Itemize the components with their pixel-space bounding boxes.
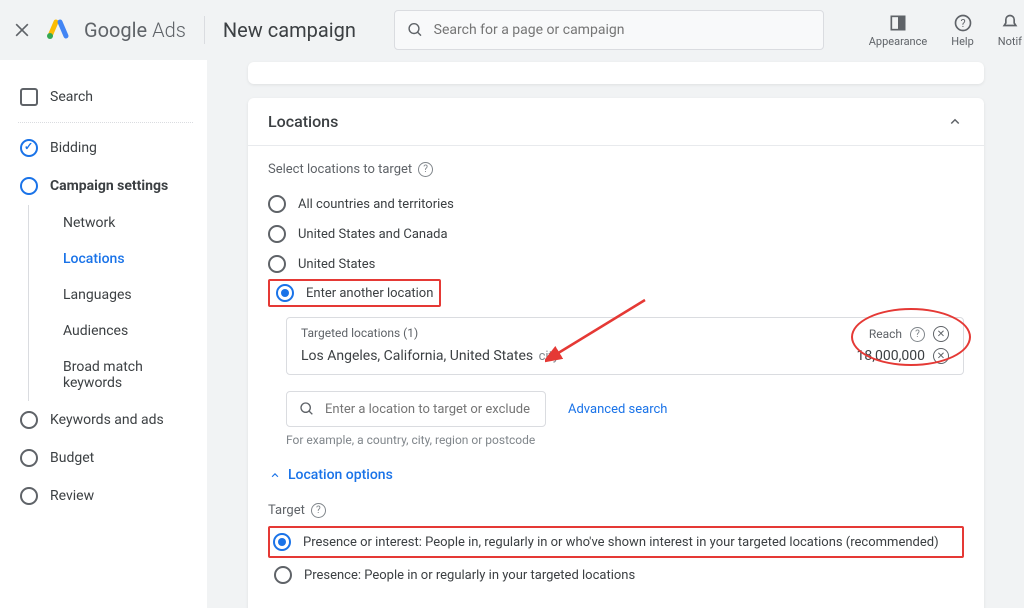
sidebar-item-review[interactable]: Review xyxy=(18,477,193,515)
sidebar-item-broad-match[interactable]: Broad match keywords xyxy=(28,349,193,401)
chevron-up-icon xyxy=(268,468,282,482)
close-icon[interactable] xyxy=(12,20,32,40)
sidebar: Search Bidding Campaign settings Network… xyxy=(0,60,208,608)
content: Locations Select locations to target ? A… xyxy=(208,60,1024,608)
global-search[interactable] xyxy=(394,10,824,50)
advanced-search-link[interactable]: Advanced search xyxy=(568,402,667,417)
search-icon xyxy=(299,400,315,418)
help-icon[interactable]: ? xyxy=(311,503,326,518)
location-example-text: For example, a country, city, region or … xyxy=(286,433,964,447)
radio-checked-icon xyxy=(273,533,291,551)
sidebar-item-languages[interactable]: Languages xyxy=(28,277,193,313)
sidebar-item-locations[interactable]: Locations xyxy=(28,241,193,277)
prev-card-stub xyxy=(248,62,984,84)
radio-icon xyxy=(268,225,286,243)
sidebar-item-network[interactable]: Network xyxy=(28,205,193,241)
header-actions: Appearance ? Help Notif xyxy=(869,13,1012,48)
location-options-toggle[interactable]: Location options xyxy=(268,467,964,483)
check-icon xyxy=(20,139,38,157)
radio-icon xyxy=(268,195,286,213)
remove-location-icon[interactable]: ✕ xyxy=(933,348,949,364)
targeted-locations-header: Targeted locations (1) xyxy=(301,326,418,342)
sidebar-item-audiences[interactable]: Audiences xyxy=(28,313,193,349)
divider xyxy=(204,16,205,44)
radio-all-countries[interactable]: All countries and territories xyxy=(268,189,964,219)
search-step-icon xyxy=(20,88,38,106)
current-step-icon xyxy=(20,177,38,195)
radio-icon xyxy=(268,255,286,273)
help-icon[interactable]: ? xyxy=(418,162,433,177)
help-icon: ? xyxy=(953,13,973,33)
radio-us-canada[interactable]: United States and Canada xyxy=(268,219,964,249)
targeted-locations-panel: Targeted locations (1) Reach ? ✕ Los Ang… xyxy=(286,317,964,375)
step-icon xyxy=(20,487,38,505)
target-presence-interest[interactable]: Presence or interest: People in, regular… xyxy=(273,531,956,553)
search-icon xyxy=(407,21,424,39)
targeted-location-name: Los Angeles, California, United States c… xyxy=(301,348,559,364)
header: Google Ads New campaign Appearance ? Hel… xyxy=(0,0,1024,60)
appearance-button[interactable]: Appearance xyxy=(869,13,928,48)
radio-icon xyxy=(274,566,292,584)
sidebar-item-bidding[interactable]: Bidding xyxy=(18,129,193,167)
locations-card: Locations Select locations to target ? A… xyxy=(248,98,984,608)
sidebar-item-search[interactable]: Search xyxy=(18,78,193,116)
radio-enter-another[interactable]: Enter another location xyxy=(276,284,433,302)
brand-text: Google Ads xyxy=(84,18,186,42)
notif-button[interactable]: Notif xyxy=(998,13,1022,48)
step-icon xyxy=(20,411,38,429)
bell-icon xyxy=(1000,13,1020,33)
google-ads-logo-icon xyxy=(46,18,70,42)
collapse-icon[interactable] xyxy=(946,113,964,131)
sidebar-item-campaign-settings[interactable]: Campaign settings xyxy=(18,167,193,205)
remove-all-icon[interactable]: ✕ xyxy=(933,326,949,342)
sidebar-item-budget[interactable]: Budget xyxy=(18,439,193,477)
help-button[interactable]: ? Help xyxy=(951,13,974,48)
location-search-box[interactable] xyxy=(286,391,546,427)
appearance-icon xyxy=(888,13,908,33)
sidebar-item-keywords[interactable]: Keywords and ads xyxy=(18,401,193,439)
location-search-input[interactable] xyxy=(325,402,533,417)
target-presence[interactable]: Presence: People in or regularly in your… xyxy=(268,558,964,592)
radio-us[interactable]: United States xyxy=(268,249,964,279)
help-icon[interactable]: ? xyxy=(910,327,925,342)
step-icon xyxy=(20,449,38,467)
reach-value: 18,000,000 xyxy=(857,348,925,364)
select-locations-label: Select locations to target ? xyxy=(268,162,964,177)
global-search-input[interactable] xyxy=(434,22,811,38)
svg-text:?: ? xyxy=(960,17,965,30)
radio-checked-icon xyxy=(276,284,294,302)
target-label: Target ? xyxy=(268,503,964,518)
page-title: New campaign xyxy=(223,18,356,42)
locations-header: Locations xyxy=(248,98,984,146)
reach-header: Reach xyxy=(869,327,902,341)
